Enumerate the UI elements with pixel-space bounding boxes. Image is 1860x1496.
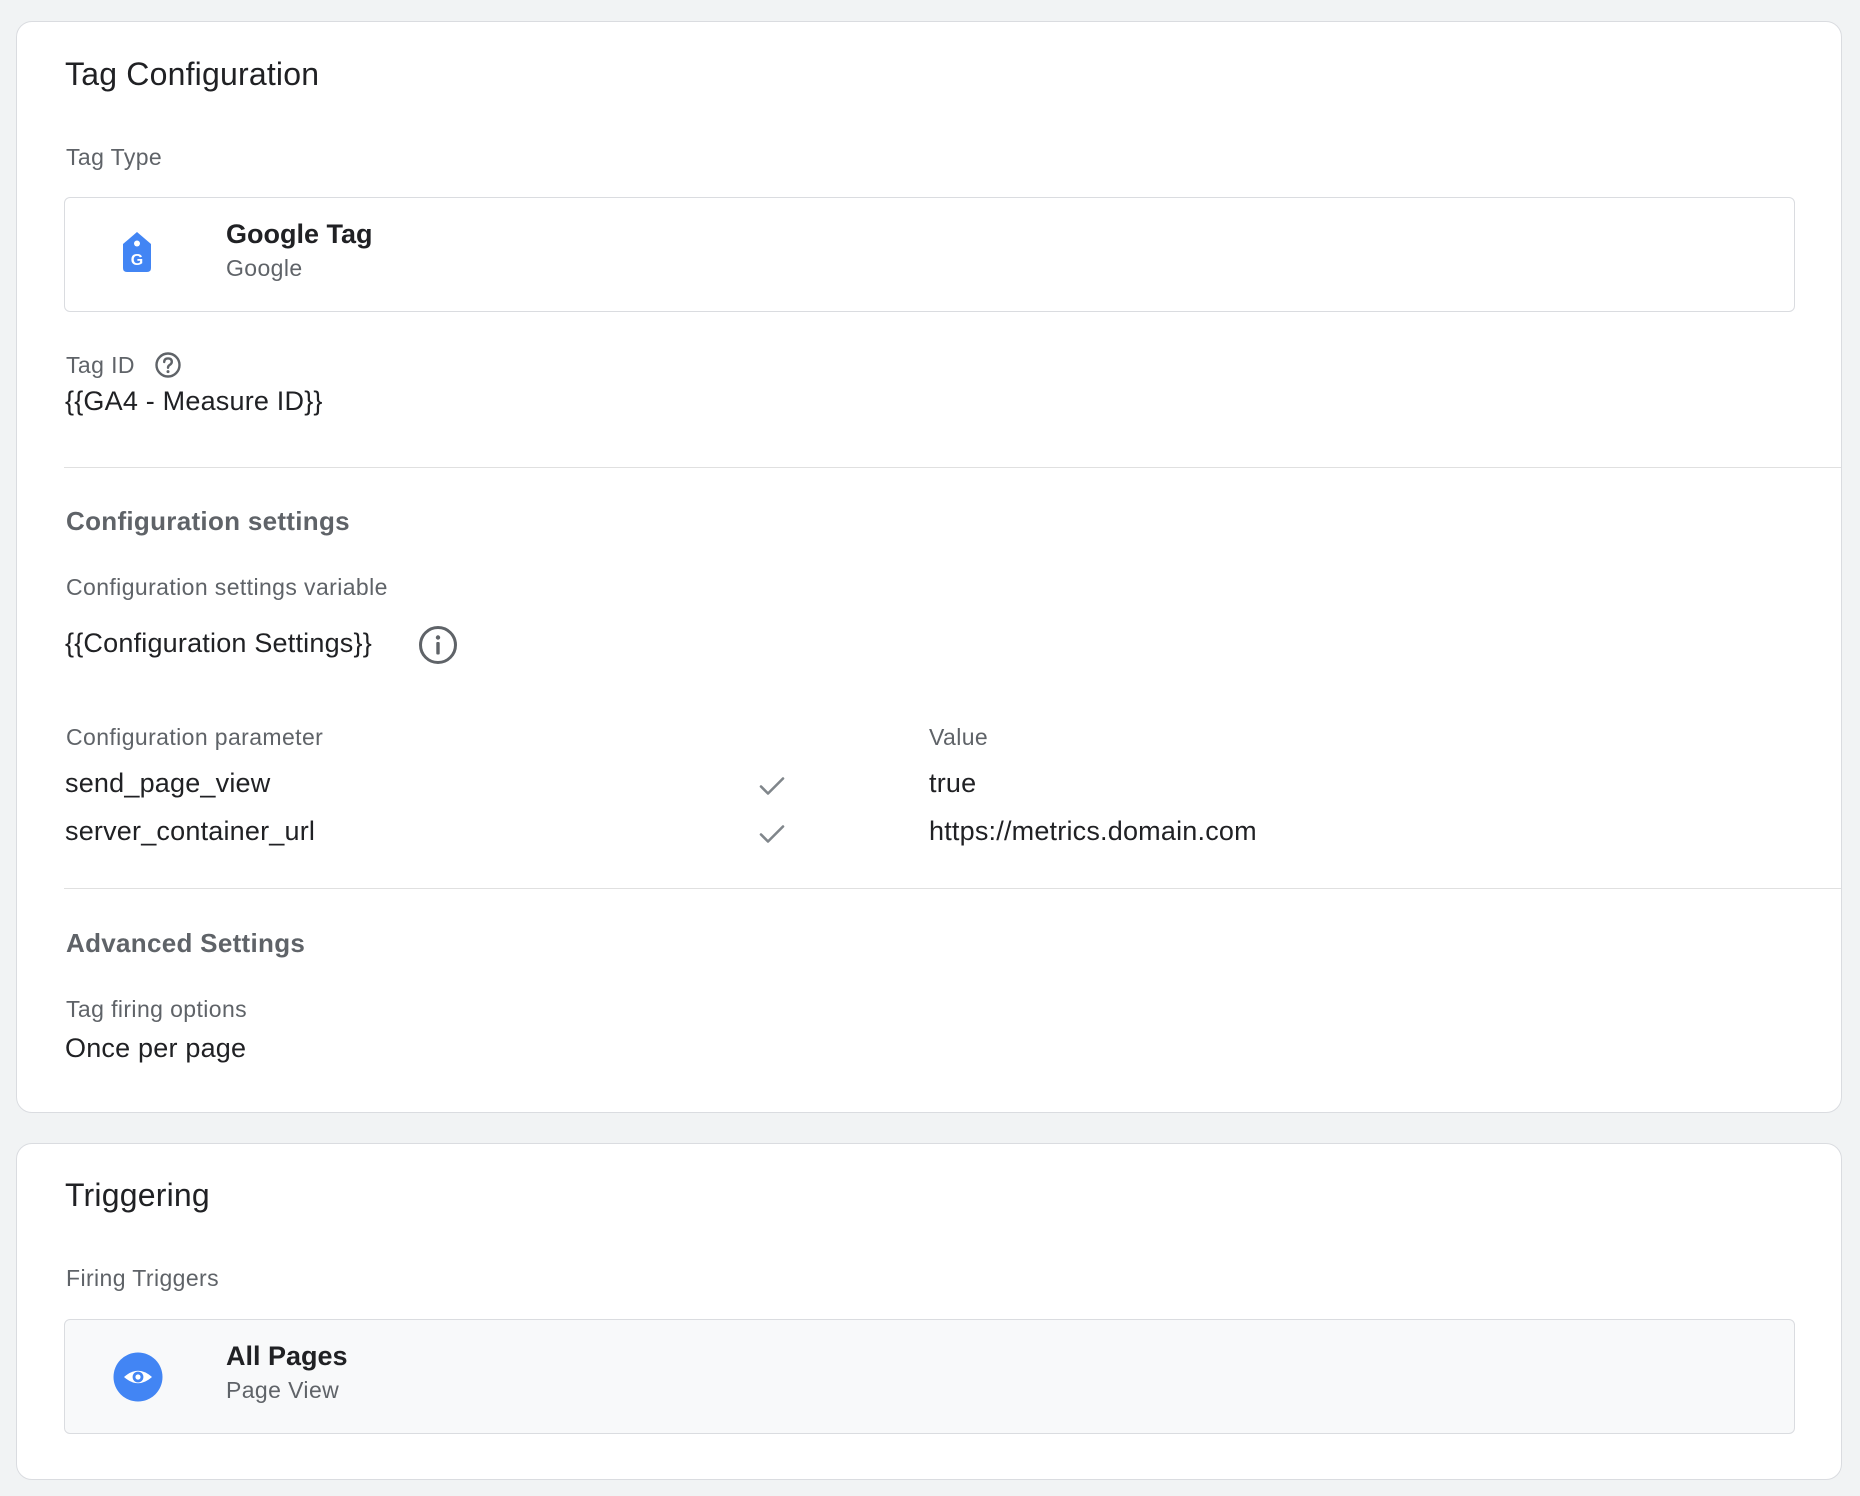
card-title-tag-configuration: Tag Configuration — [65, 56, 320, 92]
configuration-parameter-header: Configuration parameter — [66, 724, 324, 750]
svg-text:G: G — [131, 252, 143, 269]
tag-type-label: Tag Type — [66, 144, 163, 170]
triggering-card[interactable]: Triggering Firing Triggers All Pages Pag… — [16, 1143, 1842, 1480]
trigger-tile-all-pages[interactable]: All Pages Page View — [64, 1319, 1795, 1434]
section-divider — [64, 888, 1841, 889]
tag-type-tile[interactable]: G Google Tag Google — [64, 197, 1795, 312]
check-icon — [759, 825, 785, 843]
trigger-name: All Pages — [226, 1341, 348, 1371]
help-circle-icon[interactable] — [154, 351, 182, 379]
tag-type-name: Google Tag — [226, 219, 373, 249]
parameter-name: server_container_url — [65, 816, 316, 846]
google-tag-icon: G — [123, 232, 151, 272]
tag-type-vendor: Google — [226, 255, 303, 281]
parameter-value: https://metrics.domain.com — [929, 816, 1257, 846]
configuration-settings-variable-label: Configuration settings variable — [66, 574, 388, 600]
tag-configuration-card[interactable]: Tag Configuration Tag Type G Google Tag … — [16, 21, 1842, 1113]
parameter-value: true — [929, 768, 977, 798]
card-title-triggering: Triggering — [65, 1177, 210, 1213]
value-column-header: Value — [929, 724, 989, 750]
check-icon — [759, 777, 785, 795]
trigger-type: Page View — [226, 1377, 340, 1403]
configuration-settings-title: Configuration settings — [66, 506, 350, 536]
advanced-settings-title: Advanced Settings — [66, 928, 306, 958]
parameter-name: send_page_view — [65, 768, 271, 798]
tag-firing-options-label: Tag firing options — [66, 996, 248, 1022]
section-divider — [64, 467, 1841, 468]
info-circle-icon[interactable] — [418, 625, 458, 665]
eye-icon — [113, 1352, 163, 1402]
tag-id-label: Tag ID — [66, 352, 135, 378]
tag-id-value: {{GA4 - Measure ID}} — [65, 386, 323, 416]
firing-triggers-label: Firing Triggers — [66, 1265, 219, 1291]
configuration-settings-variable-value: {{Configuration Settings}} — [65, 628, 372, 658]
tag-firing-options-value: Once per page — [65, 1033, 247, 1063]
